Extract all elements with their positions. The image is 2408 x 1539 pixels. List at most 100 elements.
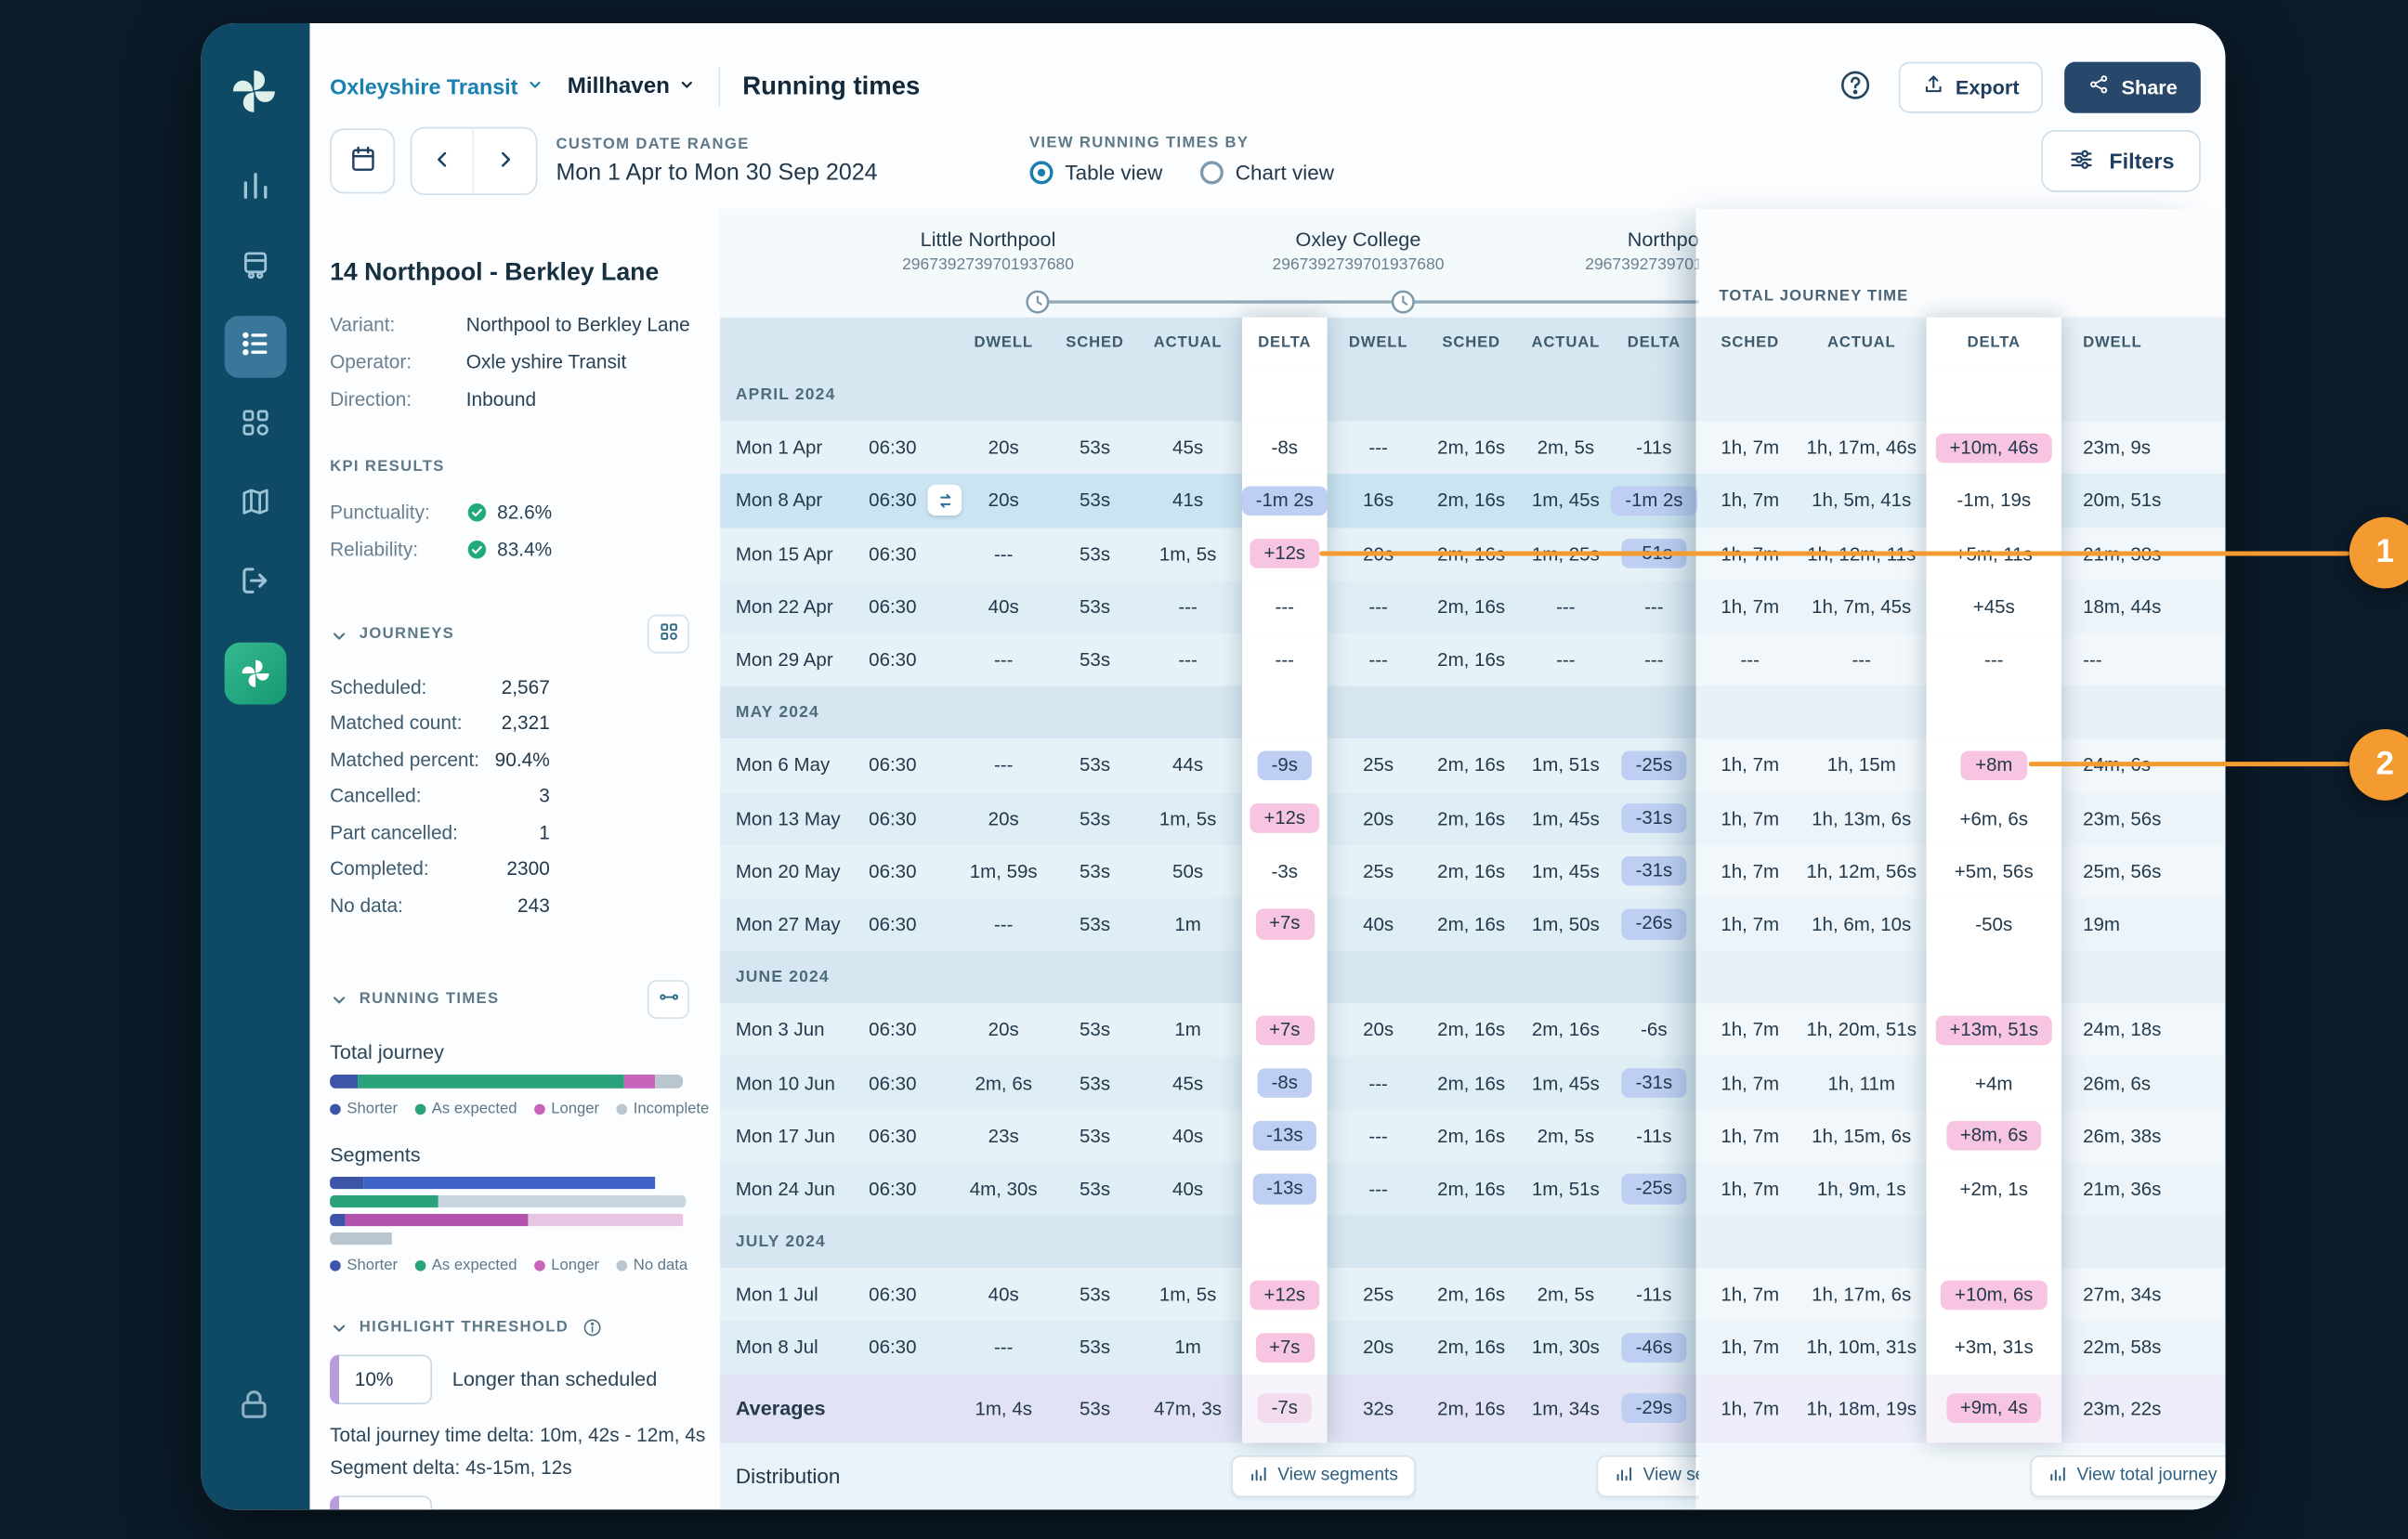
next-period-button[interactable] (474, 128, 536, 193)
actual-cell: 40s (1138, 1163, 1237, 1216)
callout-marker-2: 2 (2349, 729, 2408, 801)
date-pager (411, 127, 538, 195)
total-actual-cell: --- (1795, 633, 1928, 686)
total-actual-cell: 1h, 15m, 6s (1795, 1110, 1928, 1163)
threshold-section-header[interactable]: HIGHLIGHT THRESHOLD (330, 1317, 689, 1337)
threshold-longer-input[interactable]: 10% (330, 1354, 432, 1403)
delta-column-stripe (1927, 369, 2061, 422)
radio-label: Table view (1065, 161, 1162, 184)
nav-running-times[interactable] (225, 316, 287, 378)
delta-column-stripe (1242, 1216, 1328, 1269)
journeys-grid-button[interactable] (648, 615, 689, 654)
total-delta-cell: +13m, 51s (1927, 1004, 2061, 1057)
stat-label: Cancelled: (330, 786, 421, 807)
actual-cell: 1m, 51s (1519, 739, 1612, 792)
total-delta-cell: +10m, 46s (1927, 422, 2061, 475)
table-row[interactable]: Mon 1 Apr06:3020s53s45s-8s---2m, 16s2m, … (720, 422, 2225, 475)
org-selector[interactable]: Oxleyshire Transit (330, 74, 545, 99)
total-sched-cell: 1h, 7m (1702, 1004, 1798, 1057)
running-times-section-header[interactable]: RUNNING TIMES (330, 979, 689, 1018)
calendar-button[interactable] (330, 128, 395, 193)
meta-label: Direction: (330, 388, 466, 410)
lock-icon (235, 1386, 275, 1426)
apps-icon (239, 405, 273, 447)
table-row[interactable]: Mon 27 May06:30---53s1m+7s40s2m, 16s1m, … (720, 898, 2225, 951)
date-range-value[interactable]: Mon 1 Apr to Mon 30 Sep 2024 (556, 160, 877, 186)
row-time: 06:30 (869, 898, 946, 951)
sched-cell: 2m, 16s (1423, 792, 1519, 845)
nav-vehicles[interactable] (225, 237, 287, 299)
delta-cell: -1m 2s (1242, 475, 1328, 528)
table-row[interactable]: Mon 29 Apr06:30---53s---------2m, 16s---… (720, 633, 2225, 686)
nav-analytics[interactable] (225, 158, 287, 220)
radio-table-view[interactable]: Table view (1029, 161, 1162, 184)
table-row[interactable]: Mon 13 May06:3020s53s1m, 5s+12s20s2m, 16… (720, 792, 2225, 845)
stat-label: No data: (330, 894, 403, 916)
delta-cell: -25s (1612, 739, 1695, 792)
view-button-1[interactable]: View segments (1597, 1454, 1699, 1496)
column-header-sched-8: SCHED (1702, 318, 1798, 369)
stops-header: Little Northpool 2967392739701937680 Oxl… (720, 209, 2225, 318)
dwell-cell: 20s (956, 422, 1052, 475)
total-journey-time-label: TOTAL JOURNEY TIME (1719, 288, 1908, 305)
region-selector[interactable]: Millhaven (568, 73, 698, 99)
sched-cell: 2m, 16s (1423, 475, 1519, 528)
dwell-cell: --- (956, 1322, 1052, 1375)
sched-cell: 2m, 16s (1423, 580, 1519, 633)
segment-bar (330, 1194, 686, 1206)
column-header-actual-2: ACTUAL (1138, 318, 1237, 369)
stop-header: Little Northpool 2967392739701937680 (902, 228, 1074, 274)
dwell-cell: 40s (956, 580, 1052, 633)
chevron-down-icon (526, 74, 546, 99)
filters-button[interactable]: Filters (2041, 130, 2201, 192)
sched-cell: 53s (1052, 845, 1138, 898)
timeline-clock-icon[interactable] (1024, 288, 1052, 316)
total-dwell-cell: 18m, 44s (2083, 580, 2225, 633)
delta-cell: -8s (1242, 422, 1328, 475)
timeline-clock-icon[interactable] (1389, 288, 1417, 316)
table-row[interactable]: Mon 3 Jun06:3020s53s1m+7s20s2m, 16s2m, 1… (720, 1004, 2225, 1057)
table-row[interactable]: Mon 6 May06:30---53s44s-9s25s2m, 16s1m, … (720, 739, 2225, 792)
kpi-number: 82.6% (497, 502, 552, 523)
view-by-label: VIEW RUNNING TIMES BY (1029, 134, 1334, 150)
total-dwell-cell: 19m (2083, 898, 2225, 951)
running-times-route-button[interactable] (648, 979, 689, 1018)
workspace-app-tile[interactable] (225, 643, 287, 705)
toolbar: CUSTOM DATE RANGE Mon 1 Apr to Mon 30 Se… (330, 127, 2201, 195)
nav-map[interactable] (225, 474, 287, 536)
table-row[interactable]: Mon 8 Apr06:3020s53s41s-1m 2s16s2m, 16s1… (720, 475, 2225, 528)
table-row[interactable]: Mon 10 Jun06:302m, 6s53s45s-8s---2m, 16s… (720, 1057, 2225, 1110)
export-button[interactable]: Export (1898, 61, 2042, 112)
share-button[interactable]: Share (2064, 61, 2201, 112)
table-row[interactable]: Mon 22 Apr06:3040s53s---------2m, 16s---… (720, 580, 2225, 633)
table-row[interactable]: Mon 17 Jun06:3023s53s40s-13s---2m, 16s2m… (720, 1110, 2225, 1163)
journeys-heading: JOURNEYS (360, 625, 454, 642)
grid-icon (658, 620, 679, 646)
table-row[interactable]: Mon 20 May06:301m, 59s53s50s-3s25s2m, 16… (720, 845, 2225, 898)
meta-label: Operator: (330, 351, 466, 372)
stat-value: 1 (539, 822, 550, 843)
delta-cell: --- (1242, 580, 1328, 633)
table-row[interactable]: Mon 24 Jun06:304m, 30s53s40s-13s---2m, 1… (720, 1163, 2225, 1216)
view-button-label: View segments (1643, 1467, 1699, 1485)
view-button-2[interactable]: View total journey (2030, 1454, 2225, 1496)
sched-cell: 2m, 16s (1423, 1269, 1519, 1322)
stat-label: Matched percent: (330, 749, 479, 770)
nav-sign-out[interactable] (225, 553, 287, 615)
threshold-shorter-input[interactable]: 10% (330, 1494, 432, 1509)
nav-apps[interactable] (225, 395, 287, 457)
total-delta-value: 10m, 42s - 12m, 4s (540, 1424, 705, 1445)
sched-cell: 53s (1052, 739, 1138, 792)
actual-cell: --- (1519, 633, 1612, 686)
total-sched-cell: 1h, 7m (1702, 1110, 1798, 1163)
sched-cell: 2m, 16s (1423, 633, 1519, 686)
previous-period-button[interactable] (412, 128, 474, 193)
table-row[interactable]: Mon 1 Jul06:3040s53s1m, 5s+12s25s2m, 16s… (720, 1269, 2225, 1322)
date-range-label: CUSTOM DATE RANGE (556, 137, 877, 153)
radio-chart-view[interactable]: Chart view (1199, 161, 1334, 184)
help-button[interactable] (1833, 65, 1877, 109)
dwell-cell: 20s (956, 1004, 1052, 1057)
kpi-heading: KPI RESULTS (330, 458, 720, 475)
journeys-section-header[interactable]: JOURNEYS (330, 615, 689, 654)
table-row[interactable]: Mon 8 Jul06:30---53s1m+7s20s2m, 16s1m, 3… (720, 1322, 2225, 1375)
